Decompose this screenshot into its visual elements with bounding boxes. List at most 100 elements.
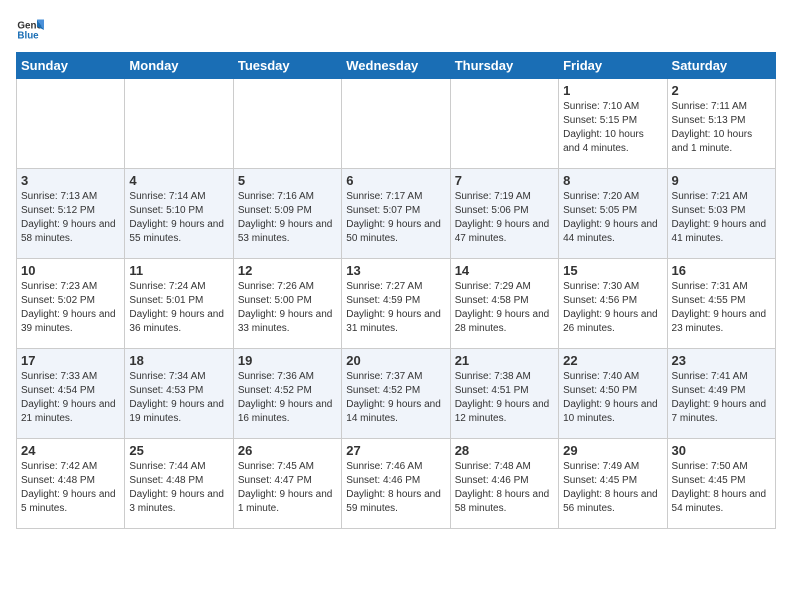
day-number: 14 [455,263,554,278]
day-info: Sunrise: 7:36 AM Sunset: 4:52 PM Dayligh… [238,370,337,426]
day-number: 20 [346,353,445,368]
calendar-cell: 24Sunrise: 7:42 AM Sunset: 4:48 PM Dayli… [17,439,125,529]
day-info: Sunrise: 7:45 AM Sunset: 4:47 PM Dayligh… [238,460,337,516]
day-info: Sunrise: 7:34 AM Sunset: 4:53 PM Dayligh… [129,370,228,426]
day-number: 3 [21,173,120,188]
calendar-cell: 30 Sunrise: 7:50 AM Sunset: 4:45 PM Dayli… [667,439,775,529]
calendar-cell: 29 Sunrise: 7:49 AM Sunset: 4:45 PM Dayli… [559,439,667,529]
calendar-cell: 25 Sunrise: 7:44 AM Sunset: 4:48 PM Dayli… [125,439,233,529]
calendar-cell: 13 Sunrise: 7:27 AM Sunset: 4:59 PM Dayli… [342,259,450,349]
day-info: Sunrise: 7:29 AM Sunset: 4:58 PM Dayligh… [455,280,554,336]
calendar-cell: 18 Sunrise: 7:34 AM Sunset: 4:53 PM Dayli… [125,349,233,439]
calendar-cell: 3 Sunrise: 7:13 AM Sunset: 5:12 PM Daylig… [17,169,125,259]
day-number: 5 [238,173,337,188]
day-number: 22 [563,353,662,368]
day-info: Sunrise: 7:41 AM Sunset: 4:49 PM Dayligh… [672,370,771,426]
calendar-table: SundayMondayTuesdayWednesdayThursdayFrid… [16,52,776,529]
column-header-wednesday: Wednesday [342,53,450,79]
calendar-cell [450,79,558,169]
day-number: 4 [129,173,228,188]
day-info: Sunrise: 7:49 AM Sunset: 4:45 PM Dayligh… [563,460,662,516]
calendar-cell: 1 Sunrise: 7:10 AM Sunset: 5:15 PM Daylig… [559,79,667,169]
day-info: Sunrise: 7:48 AM Sunset: 4:46 PM Dayligh… [455,460,554,516]
day-info: Sunrise: 7:23 AM Sunset: 5:02 PM Dayligh… [21,280,120,336]
calendar-cell [233,79,341,169]
day-info: Sunrise: 7:10 AM Sunset: 5:15 PM Dayligh… [563,100,662,156]
day-number: 6 [346,173,445,188]
day-number: 29 [563,443,662,458]
day-number: 13 [346,263,445,278]
day-number: 23 [672,353,771,368]
day-number: 10 [21,263,120,278]
logo-icon: General Blue [16,16,44,44]
column-header-tuesday: Tuesday [233,53,341,79]
day-number: 15 [563,263,662,278]
day-info: Sunrise: 7:33 AM Sunset: 4:54 PM Dayligh… [21,370,120,426]
column-header-thursday: Thursday [450,53,558,79]
column-header-monday: Monday [125,53,233,79]
page-header: General Blue [16,16,776,44]
calendar-cell: 11 Sunrise: 7:24 AM Sunset: 5:01 PM Dayli… [125,259,233,349]
day-info: Sunrise: 7:46 AM Sunset: 4:46 PM Dayligh… [346,460,445,516]
day-info: Sunrise: 7:30 AM Sunset: 4:56 PM Dayligh… [563,280,662,336]
day-info: Sunrise: 7:17 AM Sunset: 5:07 PM Dayligh… [346,190,445,246]
day-info: Sunrise: 7:11 AM Sunset: 5:13 PM Dayligh… [672,100,771,156]
calendar-header-row: SundayMondayTuesdayWednesdayThursdayFrid… [17,53,776,79]
logo: General Blue [16,16,48,44]
calendar-cell [342,79,450,169]
calendar-cell: 4 Sunrise: 7:14 AM Sunset: 5:10 PM Daylig… [125,169,233,259]
day-info: Sunrise: 7:16 AM Sunset: 5:09 PM Dayligh… [238,190,337,246]
day-number: 1 [563,83,662,98]
day-number: 8 [563,173,662,188]
day-number: 18 [129,353,228,368]
day-number: 2 [672,83,771,98]
day-number: 26 [238,443,337,458]
day-number: 21 [455,353,554,368]
calendar-cell: 26 Sunrise: 7:45 AM Sunset: 4:47 PM Dayli… [233,439,341,529]
day-info: Sunrise: 7:27 AM Sunset: 4:59 PM Dayligh… [346,280,445,336]
day-info: Sunrise: 7:38 AM Sunset: 4:51 PM Dayligh… [455,370,554,426]
calendar-cell: 22 Sunrise: 7:40 AM Sunset: 4:50 PM Dayli… [559,349,667,439]
calendar-cell [17,79,125,169]
calendar-cell: 8Sunrise: 7:20 AM Sunset: 5:05 PM Daylig… [559,169,667,259]
calendar-cell: 12Sunrise: 7:26 AM Sunset: 5:00 PM Dayli… [233,259,341,349]
day-info: Sunrise: 7:14 AM Sunset: 5:10 PM Dayligh… [129,190,228,246]
calendar-week-4: 17 Sunrise: 7:33 AM Sunset: 4:54 PM Dayli… [17,349,776,439]
calendar-cell: 20 Sunrise: 7:37 AM Sunset: 4:52 PM Dayli… [342,349,450,439]
calendar-cell: 23 Sunrise: 7:41 AM Sunset: 4:49 PM Dayli… [667,349,775,439]
day-number: 11 [129,263,228,278]
day-info: Sunrise: 7:40 AM Sunset: 4:50 PM Dayligh… [563,370,662,426]
column-header-sunday: Sunday [17,53,125,79]
day-info: Sunrise: 7:31 AM Sunset: 4:55 PM Dayligh… [672,280,771,336]
day-info: Sunrise: 7:24 AM Sunset: 5:01 PM Dayligh… [129,280,228,336]
column-header-saturday: Saturday [667,53,775,79]
day-number: 28 [455,443,554,458]
day-number: 17 [21,353,120,368]
day-info: Sunrise: 7:26 AM Sunset: 5:00 PM Dayligh… [238,280,337,336]
calendar-week-2: 3 Sunrise: 7:13 AM Sunset: 5:12 PM Daylig… [17,169,776,259]
calendar-cell: 17 Sunrise: 7:33 AM Sunset: 4:54 PM Dayli… [17,349,125,439]
calendar-cell: 28 Sunrise: 7:48 AM Sunset: 4:46 PM Dayli… [450,439,558,529]
calendar-cell: 9 Sunrise: 7:21 AM Sunset: 5:03 PM Daylig… [667,169,775,259]
calendar-week-5: 24Sunrise: 7:42 AM Sunset: 4:48 PM Dayli… [17,439,776,529]
day-info: Sunrise: 7:50 AM Sunset: 4:45 PM Dayligh… [672,460,771,516]
day-info: Sunrise: 7:13 AM Sunset: 5:12 PM Dayligh… [21,190,120,246]
calendar-cell: 6 Sunrise: 7:17 AM Sunset: 5:07 PM Daylig… [342,169,450,259]
day-number: 9 [672,173,771,188]
day-number: 27 [346,443,445,458]
calendar-cell: 5 Sunrise: 7:16 AM Sunset: 5:09 PM Daylig… [233,169,341,259]
day-info: Sunrise: 7:37 AM Sunset: 4:52 PM Dayligh… [346,370,445,426]
day-number: 7 [455,173,554,188]
day-info: Sunrise: 7:21 AM Sunset: 5:03 PM Dayligh… [672,190,771,246]
day-number: 30 [672,443,771,458]
calendar-cell: 21 Sunrise: 7:38 AM Sunset: 4:51 PM Dayli… [450,349,558,439]
calendar-cell: 19 Sunrise: 7:36 AM Sunset: 4:52 PM Dayli… [233,349,341,439]
day-number: 16 [672,263,771,278]
day-info: Sunrise: 7:44 AM Sunset: 4:48 PM Dayligh… [129,460,228,516]
calendar-week-3: 10 Sunrise: 7:23 AM Sunset: 5:02 PM Dayli… [17,259,776,349]
calendar-cell: 2 Sunrise: 7:11 AM Sunset: 5:13 PM Daylig… [667,79,775,169]
day-number: 19 [238,353,337,368]
day-info: Sunrise: 7:19 AM Sunset: 5:06 PM Dayligh… [455,190,554,246]
svg-text:Blue: Blue [17,30,39,41]
day-number: 25 [129,443,228,458]
